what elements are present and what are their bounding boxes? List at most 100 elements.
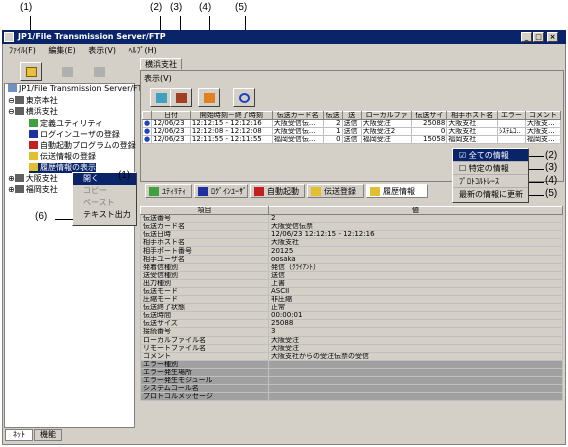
history-table: 日付 開始時刻－終了時刻 伝送カード名 伝送送ローカルファ 伝送サイ 相手ホスト名 エラーコ… bbox=[141, 111, 561, 144]
detail-row: 相手ユーザ名 oosaka bbox=[140, 254, 563, 264]
tree-root[interactable]: JP1/File Transmission Server/FTP bbox=[8, 84, 147, 94]
detail-row: コメント 大阪支社からの受注伝票の受信 bbox=[140, 351, 563, 361]
table-row[interactable]: ● 12/06/23 12:12:15 - 12:12:16 大阪受信伝... 2 送信大… bbox=[141, 119, 561, 128]
subtab-utility[interactable]: ﾕﾃｨﾘﾃｨ bbox=[145, 184, 192, 198]
utility-icon bbox=[29, 119, 38, 127]
network-icon bbox=[8, 84, 17, 92]
user-icon bbox=[198, 187, 208, 196]
subtab-login-user[interactable]: ﾛｸﾞｲﾝﾕｰｻﾞ bbox=[194, 184, 248, 198]
tree-item-login-user[interactable]: ログインユーザの登録 bbox=[29, 130, 120, 140]
tree-item-utility[interactable]: 定義ユティリティ bbox=[29, 119, 103, 129]
detail-row: プロトコルメッセージ bbox=[140, 392, 563, 402]
detail-row: 伝送サイズ 25088 bbox=[140, 319, 563, 329]
callout-right-4: (4) bbox=[545, 175, 558, 186]
copy-icon bbox=[62, 67, 73, 77]
server-icon bbox=[14, 185, 24, 193]
history-icon bbox=[29, 163, 38, 171]
tab-net[interactable]: ﾈｯﾄ bbox=[5, 429, 33, 441]
detail-row: 圧縮モード 非圧縮 bbox=[140, 295, 563, 305]
detail-row: 発着信種別 発信（ｸﾗｲｱﾝﾄ） bbox=[140, 262, 563, 272]
detail-row: 伝送カード名 大阪受信伝票 bbox=[140, 222, 563, 232]
tree-node-yokohama[interactable]: ⊖ 横浜支社 bbox=[8, 107, 58, 117]
popup-all-info[interactable]: ☑ 全ての情報 bbox=[453, 149, 528, 162]
window-title: JP1/File Transmission Server/FTP bbox=[18, 32, 166, 41]
detail-row: 伝送番号 2 bbox=[140, 214, 563, 224]
protocol-trace-icon bbox=[204, 93, 215, 103]
callout-left-1: (1) bbox=[118, 170, 131, 181]
tab-function[interactable]: 機能 bbox=[34, 429, 62, 441]
close-button[interactable]: × bbox=[547, 32, 558, 42]
all-info-icon bbox=[156, 93, 167, 103]
open-tool-button[interactable] bbox=[20, 62, 42, 81]
detail-row: 相手ホスト名 大阪支社 bbox=[140, 238, 563, 248]
protocol-trace-button[interactable] bbox=[198, 88, 220, 107]
popup-refresh[interactable]: 最新の情報に更新 bbox=[453, 188, 528, 201]
history-detail-table: 項目値 伝送番号 2 伝送カード名 大阪受信伝票 伝送日時 12/06/23 12:1… bbox=[140, 205, 563, 402]
app-icon bbox=[4, 32, 14, 42]
maximize-button[interactable]: □ bbox=[533, 32, 544, 42]
ctx-text-output[interactable]: テキスト出力 bbox=[73, 209, 136, 221]
history-icon bbox=[370, 187, 380, 196]
send-icon: ● bbox=[141, 119, 153, 128]
refresh-button[interactable] bbox=[233, 88, 255, 107]
utility-icon bbox=[149, 187, 159, 196]
tab-yokohama[interactable]: 横浜支社 bbox=[140, 58, 182, 70]
view-label: 表示(V) bbox=[144, 74, 172, 83]
detail-row: エラー発生場所 bbox=[140, 367, 563, 377]
detail-header-row: 項目値 bbox=[140, 205, 563, 216]
open-icon bbox=[26, 67, 37, 77]
detail-row: 相手ポート番号 20125 bbox=[140, 246, 563, 256]
autostart-icon bbox=[254, 187, 264, 196]
detail-row: システムコール名 bbox=[140, 384, 563, 394]
detail-row: エラー発生モジュール bbox=[140, 375, 563, 386]
menu-bar: ﾌｧｲﾙ(F) 編集(E) 表示(V) ﾍﾙﾌﾟ(H) bbox=[3, 45, 565, 57]
callout-right-3: (3) bbox=[545, 162, 558, 173]
tree-item-transmission[interactable]: 伝送情報の登録 bbox=[29, 152, 96, 162]
specific-info-button[interactable] bbox=[170, 88, 192, 107]
detail-row: リモートファイル名 大阪受注 bbox=[140, 343, 563, 353]
tree-node-osaka[interactable]: ⊕ 大阪支社 bbox=[8, 174, 58, 184]
popup-protocol-trace[interactable]: ﾌﾟﾛﾄｺﾙﾄﾚｰｽ bbox=[453, 175, 528, 188]
subtab-auto-start[interactable]: 自動起動 bbox=[250, 184, 305, 198]
callout-6: (6) bbox=[35, 211, 48, 222]
minimize-button[interactable]: _ bbox=[521, 32, 532, 42]
menu-view[interactable]: 表示(V) bbox=[88, 46, 116, 55]
tree-node-fukuoka[interactable]: ⊕ 福岡支社 bbox=[8, 185, 58, 195]
detail-row: ローカルファイル名 大阪受注 bbox=[140, 335, 563, 345]
ctx-copy[interactable]: コピー bbox=[73, 185, 136, 197]
send-icon: ● bbox=[141, 135, 153, 144]
transmission-icon bbox=[29, 152, 38, 160]
callout-2: (2) bbox=[150, 2, 163, 13]
ctx-paste[interactable]: ペースト bbox=[73, 197, 136, 209]
tree-panel: JP1/File Transmission Server/FTP ⊖ 東京本社 ⊖… bbox=[4, 83, 147, 428]
server-icon bbox=[14, 96, 24, 104]
menu-help[interactable]: ﾍﾙﾌﾟ(H) bbox=[129, 46, 157, 55]
user-icon bbox=[29, 130, 38, 138]
tree-node-tokyo[interactable]: ⊖ 東京本社 bbox=[8, 96, 58, 106]
subtab-history[interactable]: 履歴情報 bbox=[366, 184, 428, 198]
table-row[interactable]: ● 12/06/23 12:12:08 - 12:12:08 大阪受信伝... 1 送信大… bbox=[141, 127, 561, 136]
callout-5: (5) bbox=[235, 2, 248, 13]
server-icon bbox=[14, 174, 24, 182]
detail-row: 出力種別 上書 bbox=[140, 278, 563, 288]
transmission-icon bbox=[311, 187, 321, 196]
tree-item-auto-start[interactable]: 自動起動プログラムの登録 bbox=[29, 141, 136, 151]
detail-row: 伝送時間 00:00:01 bbox=[140, 311, 563, 321]
paste-tool-button[interactable] bbox=[88, 62, 110, 81]
display-popup-menu: ☑ 全ての情報 ☐ 特定の情報 ﾌﾟﾛﾄｺﾙﾄﾚｰｽ 最新の情報に更新 bbox=[452, 148, 529, 203]
table-row[interactable]: ● 12/06/23 12:11:55 - 12:11:55 福岡受信伝... 0 送信福… bbox=[141, 135, 561, 144]
detail-row: 接続番号 3 bbox=[140, 327, 563, 337]
menu-file[interactable]: ﾌｧｲﾙ(F) bbox=[9, 46, 36, 55]
paste-icon bbox=[94, 67, 105, 77]
history-header-row: 日付 開始時刻－終了時刻 伝送カード名 伝送送ローカルファ 伝送サイ 相手ホスト名 エラーコ… bbox=[141, 111, 561, 120]
callout-4: (4) bbox=[199, 2, 212, 13]
subtab-transmission[interactable]: 伝送登録 bbox=[307, 184, 364, 198]
all-info-button[interactable] bbox=[150, 88, 172, 107]
detail-row: 送受信種別 送信 bbox=[140, 270, 563, 280]
copy-tool-button[interactable] bbox=[56, 62, 78, 81]
menu-edit[interactable]: 編集(E) bbox=[48, 46, 75, 55]
detail-row: 伝送モード ASCII bbox=[140, 286, 563, 297]
callout-right-2: (2) bbox=[545, 150, 558, 161]
callout-1: (1) bbox=[20, 2, 33, 13]
popup-specific-info[interactable]: ☐ 特定の情報 bbox=[453, 162, 528, 175]
